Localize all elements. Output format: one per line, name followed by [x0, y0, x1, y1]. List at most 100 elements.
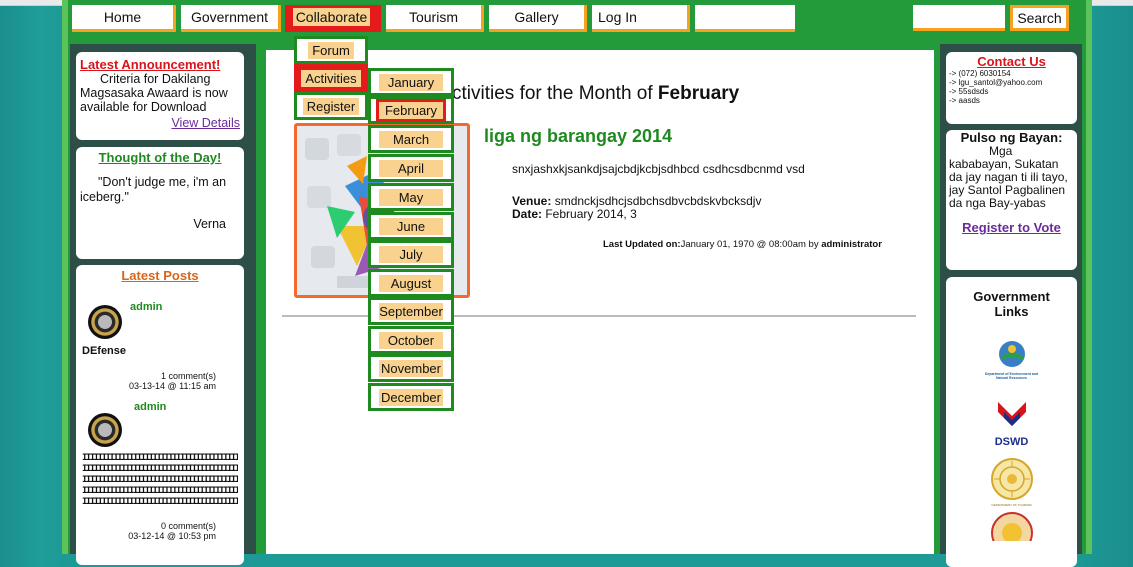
announcement-link-wrap: View Details: [80, 116, 240, 130]
thought-quote: "Don't judge me, i'm an iceberg.": [80, 175, 227, 204]
pulso-box: Pulso ng Bayan: Mga kababayan, Sukatan d…: [946, 130, 1077, 270]
denr-logo-icon: [998, 341, 1025, 367]
month-july[interactable]: July: [368, 240, 454, 268]
month-label: October: [379, 331, 443, 349]
dot-caption: DEPARTMENT OF TOURISM: [991, 503, 1032, 507]
post-title-bars[interactable]: IIIIIIIIIIIIIIIIIIIIIIIIIIIIIIIIIIIIIIII…: [82, 453, 238, 508]
month-label: February: [376, 98, 446, 122]
nav-login[interactable]: Log In: [592, 5, 690, 32]
contact-box: Contact Us -> (072) 6030154 -> lgu_santo…: [946, 52, 1077, 124]
month-september[interactable]: September: [368, 297, 454, 325]
month-label: April: [379, 159, 443, 177]
post-comments[interactable]: 0 comment(s): [161, 521, 216, 531]
gov-links-box: Government Links Department of Environme…: [946, 277, 1077, 567]
post-date: 03-13-14 @ 11:15 am: [128, 381, 216, 391]
month-label: June: [379, 217, 443, 235]
post-date: 03-12-14 @ 10:53 pm: [128, 531, 216, 541]
pulso-title: Pulso ng Bayan:: [960, 130, 1063, 145]
month-december[interactable]: December: [368, 383, 454, 411]
menu-forum-label: Forum: [308, 41, 354, 59]
search-button-label: Search: [1013, 8, 1066, 28]
view-details-link[interactable]: View Details: [171, 116, 240, 130]
nav-login-label: Log In: [598, 9, 637, 25]
latest-posts-title[interactable]: Latest Posts: [82, 268, 238, 283]
contact-title[interactable]: Contact Us: [949, 54, 1074, 69]
nav-home[interactable]: Home: [72, 5, 176, 32]
pulso-link-wrap: Register to Vote: [949, 220, 1074, 235]
gov-links-title: Government Links: [973, 289, 1050, 319]
denr-caption: Department of Environment and Natural Re…: [984, 372, 1039, 380]
nav-collaborate[interactable]: Collaborate: [285, 5, 381, 32]
month-august[interactable]: August: [368, 269, 454, 297]
menu-forum[interactable]: Forum: [294, 36, 368, 64]
contact-line: -> 55sdsds: [949, 87, 989, 96]
month-label: August: [379, 274, 443, 292]
month-april[interactable]: April: [368, 154, 454, 182]
post-title[interactable]: DEfense: [82, 345, 126, 357]
contact-line: -> lgu_santol@yahoo.com: [949, 78, 1043, 87]
nav-spacer: [695, 5, 795, 32]
post-title-line: IIIIIIIIIIIIIIIIIIIIIIIIIIIIIIIIIIIIIIII…: [82, 475, 238, 485]
thought-title: Thought of the Day!: [98, 150, 222, 165]
nav-home-label: Home: [103, 9, 142, 25]
announcement-title[interactable]: Latest Announcement!: [80, 57, 240, 72]
search-input[interactable]: [913, 5, 1005, 31]
month-march[interactable]: March: [368, 125, 454, 153]
contact-line: -> (072) 6030154: [949, 69, 1011, 78]
nav-gallery[interactable]: Gallery: [489, 5, 587, 32]
thought-box: Thought of the Day! "Don't judge me, i'm…: [76, 147, 244, 259]
post-user[interactable]: admin: [130, 301, 162, 313]
nav-gallery-label: Gallery: [514, 9, 559, 25]
page-heading-month: February: [657, 83, 740, 104]
page-heading: ctivities for the Month of February: [452, 83, 739, 105]
month-november[interactable]: November: [368, 354, 454, 382]
month-january[interactable]: January: [368, 68, 454, 96]
thought-author: Verna: [193, 217, 226, 231]
nav-government[interactable]: Government: [181, 5, 281, 32]
search-button[interactable]: Search: [1010, 5, 1069, 31]
pulso-body: Mga kababayan, Sukatan da jay nagan ti i…: [949, 144, 1068, 210]
nav-tourism-label: Tourism: [408, 9, 458, 25]
activity-date: Date: February 2014, 3: [512, 207, 637, 221]
fourth-agency-link[interactable]: [949, 511, 1074, 554]
activity-description: snxjashxkjsankdjsajcbdjkcbjsdhbcd csdhcs…: [512, 162, 805, 176]
nav-collaborate-label: Collaborate: [292, 8, 371, 26]
activity-title[interactable]: liga ng barangay 2014: [484, 126, 672, 147]
dswd-logo-icon: [997, 402, 1026, 426]
post-title-line: IIIIIIIIIIIIIIIIIIIIIIIIIIIIIIIIIIIIIIII…: [82, 464, 238, 474]
menu-register-label: Register: [302, 97, 360, 115]
month-label: March: [379, 130, 443, 148]
month-label: January: [379, 73, 443, 91]
menu-activities-label: Activities: [301, 69, 361, 87]
nav-government-label: Government: [190, 9, 269, 25]
post-title-line: IIIIIIIIIIIIIIIIIIIIIIIIIIIIIIIIIIIIIIII…: [82, 453, 238, 463]
contact-line: -> aasds: [949, 96, 980, 105]
month-february[interactable]: February: [368, 96, 454, 124]
dswd-link[interactable]: DSWD: [949, 400, 1074, 448]
month-label: December: [379, 388, 443, 406]
tourism-seal-icon: [990, 458, 1033, 500]
denr-link[interactable]: Department of Environment and Natural Re…: [949, 339, 1074, 380]
post-comments[interactable]: 1 comment(s): [161, 371, 216, 381]
updated-by: administrator: [821, 239, 882, 250]
date-value: February 2014, 3: [542, 207, 637, 221]
dot-link[interactable]: DEPARTMENT OF TOURISM: [949, 457, 1074, 507]
post-user[interactable]: admin: [134, 401, 166, 413]
menu-register[interactable]: Register: [294, 92, 368, 120]
post-title-line: IIIIIIIIIIIIIIIIIIIIIIIIIIIIIIIIIIIIIIII…: [82, 486, 238, 496]
main-content: ctivities for the Month of February liga…: [266, 50, 934, 554]
month-october[interactable]: October: [368, 326, 454, 354]
activity-venue: Venue: smdnckjsdhcjsdbchsdbvcbdskvbcksdj…: [512, 194, 761, 208]
venue-label: Venue:: [512, 194, 552, 208]
menu-activities[interactable]: Activities: [294, 64, 368, 92]
month-june[interactable]: June: [368, 212, 454, 240]
last-updated: Last Updated on:January 01, 1970 @ 08:00…: [603, 239, 882, 250]
post-item: admin IIIIIIIIIIIIIIIIIIIIIIIIIIIIIIIIII…: [82, 391, 238, 541]
month-label: May: [379, 188, 443, 206]
month-label: November: [379, 359, 443, 377]
month-may[interactable]: May: [368, 183, 454, 211]
register-to-vote-link[interactable]: Register to Vote: [962, 220, 1061, 235]
nav-tourism[interactable]: Tourism: [386, 5, 484, 32]
post-title-line: IIIIIIIIIIIIIIIIIIIIIIIIIIIIIIIIIIIIIIII…: [82, 497, 238, 507]
announcement-body: Criteria for Dakilang Magsasaka Awaard i…: [80, 72, 228, 114]
